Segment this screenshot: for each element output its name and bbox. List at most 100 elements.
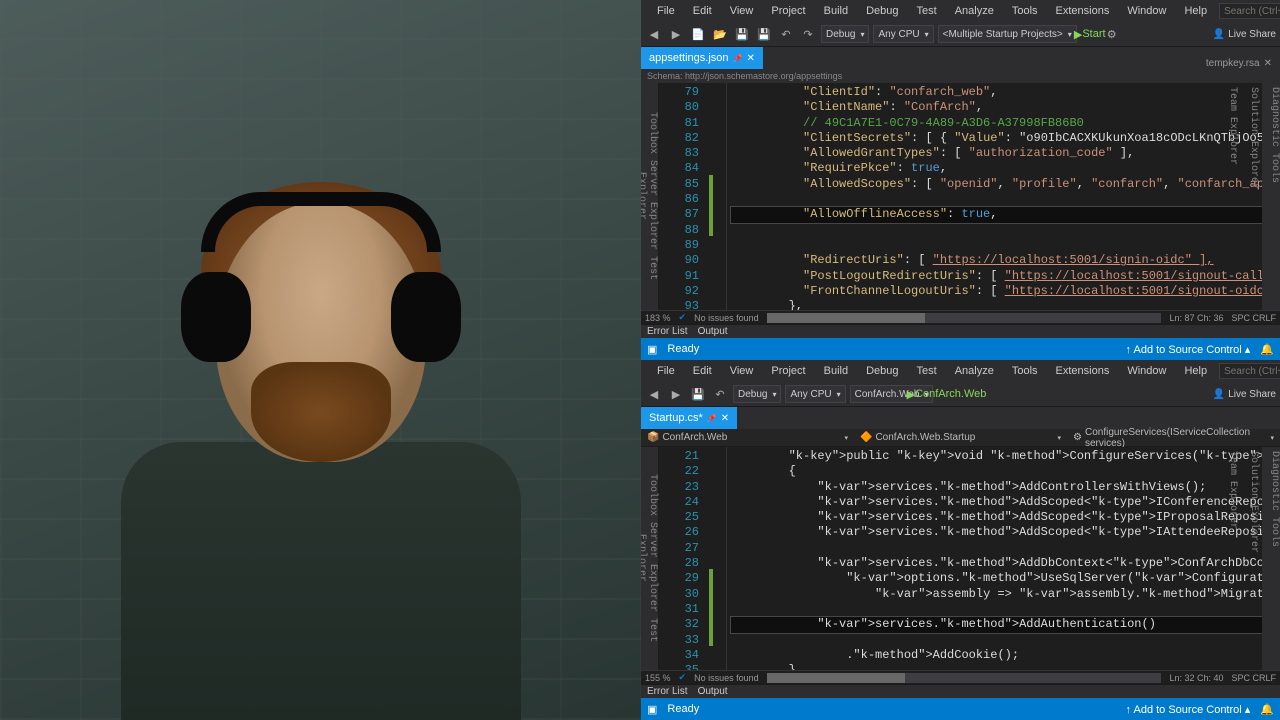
h-scrollbar[interactable] — [767, 313, 1162, 323]
redo-icon[interactable]: ↷ — [799, 25, 817, 43]
menu-window[interactable]: Window — [1121, 365, 1172, 377]
menu-help[interactable]: Help — [1178, 5, 1213, 17]
menu-view[interactable]: View — [724, 5, 760, 17]
menu-build[interactable]: Build — [818, 365, 854, 377]
save-icon[interactable]: 💾 — [689, 385, 707, 403]
bc-class[interactable]: 🔶 ConfArch.Web.Startup — [854, 432, 1067, 443]
issues-icon: ✔ — [679, 672, 687, 683]
nav-fwd-icon[interactable]: ▶ — [667, 385, 685, 403]
tab-label: Startup.cs* — [649, 412, 703, 424]
cursor-pos: Ln: 87 Ch: 36 — [1169, 313, 1223, 323]
startup-dropdown[interactable]: <Multiple Startup Projects> — [938, 25, 1077, 43]
bc-method[interactable]: ⚙ ConfigureServices(IServiceCollection s… — [1067, 427, 1280, 449]
menu-build[interactable]: Build — [818, 5, 854, 17]
status-ready: Ready — [667, 703, 699, 715]
toolbar-icon[interactable]: ⚙ — [1103, 25, 1121, 43]
h-scrollbar[interactable] — [767, 673, 1162, 683]
editor-status-strip: 183 % ✔ No issues found Ln: 87 Ch: 36 SP… — [641, 310, 1280, 324]
output-panel-tabs: Error List Output — [641, 324, 1280, 338]
toolbox-tab[interactable]: Toolbox Server Explorer Test Explorer — [641, 447, 659, 670]
menu-tools[interactable]: Tools — [1006, 5, 1044, 17]
tab-output[interactable]: Output — [698, 686, 728, 697]
vs-window-bottom: File Edit View Project Build Debug Test Analyze… — [641, 360, 1280, 720]
tab-tempkey[interactable]: tempkey.rsa ✕ — [1198, 58, 1280, 69]
status-bar: ▣ Ready ↑ Add to Source Control ▴ 🔔 — [641, 698, 1280, 720]
zoom-level[interactable]: 183 % — [645, 313, 671, 323]
menu-test[interactable]: Test — [911, 365, 943, 377]
menu-edit[interactable]: Edit — [687, 5, 718, 17]
new-item-icon[interactable]: 📄 — [689, 25, 707, 43]
start-button[interactable]: ▶ ConfArch.Web — [937, 385, 955, 403]
menu-debug[interactable]: Debug — [860, 5, 904, 17]
menu-file[interactable]: File — [651, 5, 681, 17]
bc-project[interactable]: 📦 ConfArch.Web — [641, 432, 854, 443]
search-input[interactable] — [1219, 3, 1280, 19]
tab-startup[interactable]: Startup.cs* 📌 ✕ — [641, 407, 737, 429]
close-icon[interactable]: ✕ — [746, 53, 754, 64]
menu-debug[interactable]: Debug — [860, 365, 904, 377]
add-source-control[interactable]: ↑ Add to Source Control ▴ — [1126, 703, 1251, 716]
save-all-icon[interactable]: 💾 — [755, 25, 773, 43]
open-icon[interactable]: 📂 — [711, 25, 729, 43]
code-editor[interactable]: Toolbox Server Explorer Test Explorer 79… — [641, 83, 1280, 310]
menu-project[interactable]: Project — [765, 5, 811, 17]
schema-bar[interactable]: Schema: http://json.schemastore.org/apps… — [641, 69, 1280, 83]
menu-edit[interactable]: Edit — [687, 365, 718, 377]
search-input[interactable] — [1219, 363, 1280, 379]
title-bar: File Edit View Project Build Debug Test Analyze… — [641, 360, 1280, 382]
live-share-button[interactable]: 👤 Live Share — [1213, 389, 1276, 400]
menu-file[interactable]: File — [651, 365, 681, 377]
nav-back-icon[interactable]: ◀ — [645, 25, 663, 43]
menu-help[interactable]: Help — [1178, 365, 1213, 377]
menu-view[interactable]: View — [724, 365, 760, 377]
menu-window[interactable]: Window — [1121, 5, 1172, 17]
config-dropdown[interactable]: Debug — [821, 25, 869, 43]
menu-extensions[interactable]: Extensions — [1050, 5, 1116, 17]
tab-output[interactable]: Output — [698, 326, 728, 337]
right-panel-tabs[interactable]: Diagnostic Tools Solution Explorer Team … — [1262, 83, 1280, 310]
config-dropdown[interactable]: Debug — [733, 385, 781, 403]
status-icon: ▣ — [647, 703, 657, 716]
undo-icon[interactable]: ↶ — [777, 25, 795, 43]
menu-extensions[interactable]: Extensions — [1050, 365, 1116, 377]
issues-text: No issues found — [694, 313, 759, 323]
menu-tools[interactable]: Tools — [1006, 365, 1044, 377]
breadcrumb: 📦 ConfArch.Web 🔶 ConfArch.Web.Startup ⚙ … — [641, 429, 1280, 447]
tab-label: appsettings.json — [649, 52, 729, 64]
code-editor[interactable]: Toolbox Server Explorer Test Explorer 21… — [641, 447, 1280, 670]
menu-project[interactable]: Project — [765, 365, 811, 377]
tab-error-list[interactable]: Error List — [647, 686, 688, 697]
issues-icon: ✔ — [679, 312, 687, 323]
main-toolbar: ◀ ▶ 📄 📂 💾 💾 ↶ ↷ Debug Any CPU <Multiple … — [641, 22, 1280, 47]
close-icon[interactable]: ✕ — [721, 413, 729, 424]
menu-analyze[interactable]: Analyze — [949, 365, 1000, 377]
add-source-control[interactable]: ↑ Add to Source Control ▴ — [1126, 343, 1251, 356]
notifications-icon[interactable]: 🔔 — [1260, 703, 1274, 716]
pin-icon[interactable]: 📌 — [733, 54, 743, 63]
status-bar: ▣ Ready ↑ Add to Source Control ▴ 🔔 — [641, 338, 1280, 360]
zoom-level[interactable]: 155 % — [645, 673, 671, 683]
undo-icon[interactable]: ↶ — [711, 385, 729, 403]
menu-test[interactable]: Test — [911, 5, 943, 17]
nav-back-icon[interactable]: ◀ — [645, 385, 663, 403]
vs-window-top: File Edit View Project Build Debug Test Analyze… — [641, 0, 1280, 360]
encoding-info: SPC CRLF — [1231, 673, 1276, 683]
main-toolbar: ◀ ▶ 💾 ↶ Debug Any CPU ConfArch.Web ▶ Con… — [641, 382, 1280, 407]
right-panel-tabs[interactable]: Diagnostic Tools Solution Explorer Team … — [1262, 447, 1280, 670]
tab-bar: appsettings.json 📌 ✕ tempkey.rsa ✕ — [641, 47, 1280, 69]
nav-fwd-icon[interactable]: ▶ — [667, 25, 685, 43]
tab-error-list[interactable]: Error List — [647, 326, 688, 337]
notifications-icon[interactable]: 🔔 — [1260, 343, 1274, 356]
live-share-button[interactable]: 👤 Live Share — [1213, 29, 1276, 40]
platform-dropdown[interactable]: Any CPU — [873, 25, 933, 43]
platform-dropdown[interactable]: Any CPU — [785, 385, 845, 403]
menu-analyze[interactable]: Analyze — [949, 5, 1000, 17]
status-ready: Ready — [667, 343, 699, 355]
tab-appsettings[interactable]: appsettings.json 📌 ✕ — [641, 47, 763, 69]
presenter-photo — [0, 0, 641, 720]
pin-icon[interactable]: 📌 — [707, 414, 717, 423]
start-button[interactable]: ▶ Start — [1081, 25, 1099, 43]
save-icon[interactable]: 💾 — [733, 25, 751, 43]
status-icon: ▣ — [647, 343, 657, 356]
toolbox-tab[interactable]: Toolbox Server Explorer Test Explorer — [641, 83, 659, 310]
